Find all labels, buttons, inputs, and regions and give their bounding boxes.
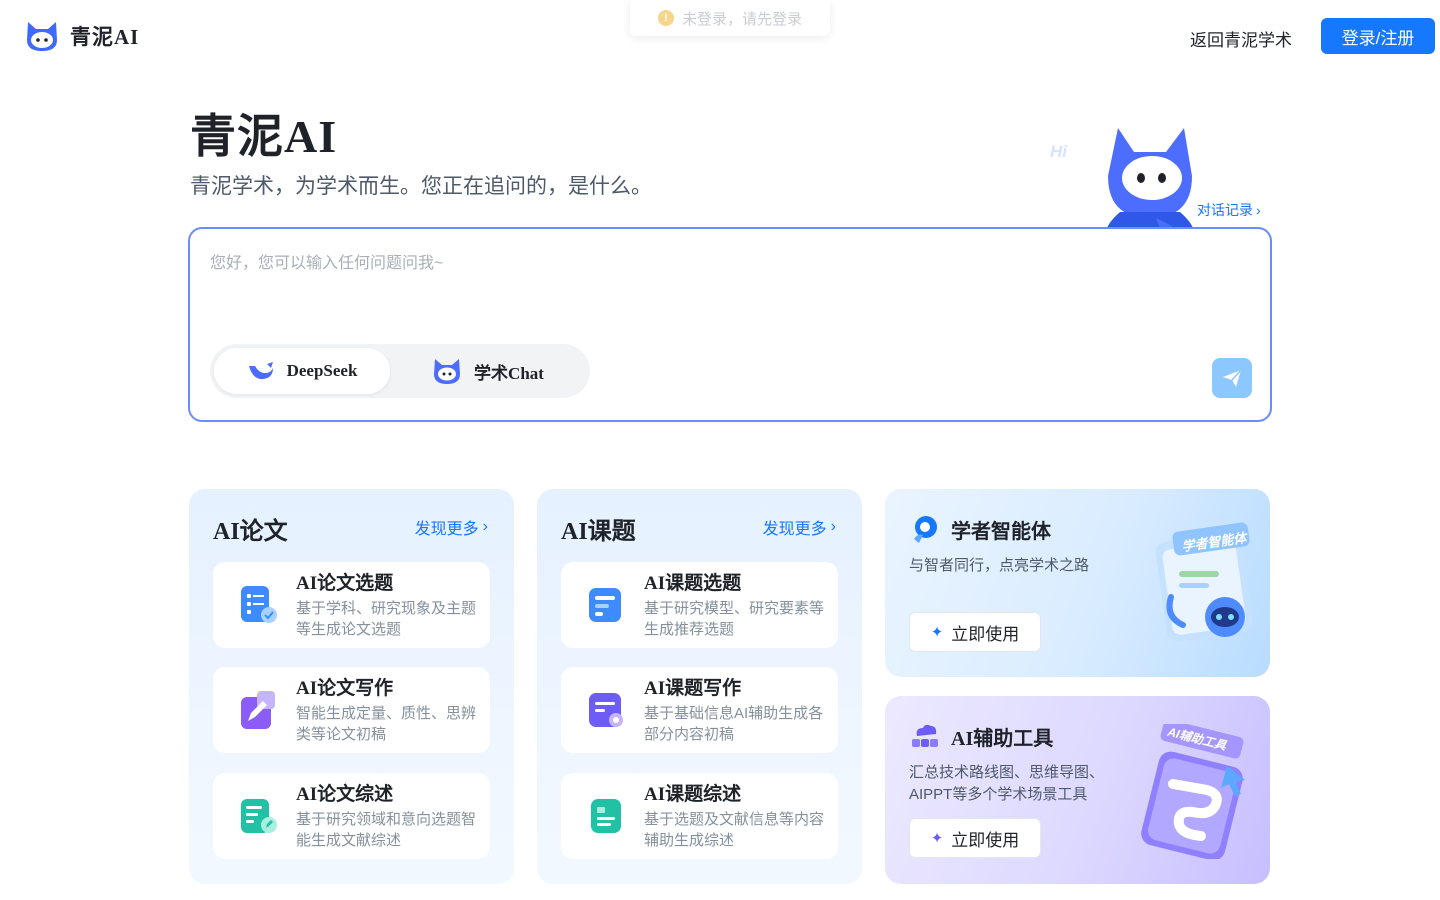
topic-review-icon bbox=[591, 799, 621, 833]
deepseek-whale-icon bbox=[248, 362, 273, 380]
chevron-right-icon: › bbox=[830, 518, 836, 535]
chevron-right-icon: › bbox=[482, 518, 488, 535]
chat-history-link[interactable]: 对话记录 › bbox=[1197, 200, 1261, 220]
ai-tools-card: AI辅助工具 汇总技术路线图、思维导图、AIPPT等多个学术场景工具 ✦ 立即使… bbox=[885, 696, 1270, 884]
item-desc: 基于研究领域和意向选题智能生成文献综述 bbox=[296, 811, 477, 849]
chevron-right-icon: › bbox=[1256, 202, 1261, 218]
item-paper-writing[interactable]: AI论文写作 智能生成定量、质性、思辨类等论文初稿 bbox=[213, 667, 490, 753]
ai-topic-card: AI课题 发现更多 › AI课题选题 基于研究模型、研究要素等生成推荐选题 AI… bbox=[537, 489, 862, 884]
pen-write-icon bbox=[241, 691, 275, 729]
login-register-button[interactable]: 登录/注册 bbox=[1321, 18, 1435, 54]
ai-tools-header: AI辅助工具 bbox=[909, 720, 1053, 752]
topic-write-icon bbox=[589, 693, 623, 727]
ai-paper-more-link[interactable]: 发现更多 › bbox=[415, 515, 488, 539]
item-title: AI课题写作 bbox=[644, 678, 742, 699]
sparkle-icon: ✦ bbox=[930, 830, 944, 847]
item-title: AI论文选题 bbox=[296, 573, 394, 594]
ai-topic-title: AI课题 bbox=[561, 519, 636, 545]
chat-box: DeepSeek 学术Chat bbox=[188, 227, 1272, 422]
item-topic-review[interactable]: AI课题综述 基于选题及文献信息等内容辅助生成综述 bbox=[561, 773, 838, 859]
scholar-agent-header: 学者智能体 bbox=[909, 513, 1051, 545]
ai-tools-desc: 汇总技术路线图、思维导图、AIPPT等多个学术场景工具 bbox=[909, 764, 1105, 803]
scholar-agent-use-button[interactable]: ✦ 立即使用 bbox=[909, 612, 1041, 652]
brand-name: 青泥AI bbox=[70, 25, 140, 49]
scholar-agent-icon bbox=[914, 516, 937, 543]
scholar-agent-title: 学者智能体 bbox=[951, 520, 1051, 543]
robot-illustration-icon: 学者智能体 bbox=[1155, 522, 1253, 642]
chat-input[interactable] bbox=[210, 249, 1210, 329]
item-desc: 智能生成定量、质性、思辨类等论文初稿 bbox=[296, 705, 477, 743]
cat-mascot-icon bbox=[434, 359, 461, 384]
use-button-label: 立即使用 bbox=[951, 624, 1020, 644]
more-label: 发现更多 bbox=[414, 521, 479, 538]
item-desc: 基于研究模型、研究要素等生成推荐选题 bbox=[644, 600, 825, 638]
item-paper-topic[interactable]: AI论文选题 基于学科、研究现象及主题等生成论文选题 bbox=[213, 562, 490, 648]
toast-text: 未登录，请先登录 bbox=[681, 10, 802, 28]
scholar-agent-card: 学者智能体 与智者同行，点亮学术之路 ✦ 立即使用 学者智能体 bbox=[885, 489, 1270, 677]
ai-tools-title: AI辅助工具 bbox=[951, 727, 1054, 750]
item-desc: 基于选题及文献信息等内容辅助生成综述 bbox=[644, 811, 825, 849]
item-paper-review[interactable]: AI论文综述 基于研究领域和意向选题智能生成文献综述 bbox=[213, 773, 490, 859]
document-check-icon bbox=[241, 586, 277, 623]
item-title: AI论文综述 bbox=[296, 784, 394, 805]
tools-illustration-icon: AI辅助工具 bbox=[1141, 724, 1245, 859]
brand-logo[interactable]: 青泥AI bbox=[24, 18, 139, 54]
more-label: 发现更多 bbox=[762, 521, 827, 538]
page-title: 青泥AI bbox=[190, 111, 338, 162]
model-switch: DeepSeek 学术Chat bbox=[210, 344, 590, 398]
item-topic-select[interactable]: AI课题选题 基于研究模型、研究要素等生成推荐选题 bbox=[561, 562, 838, 648]
item-title: AI课题选题 bbox=[644, 573, 742, 594]
paper-plane-icon bbox=[1223, 369, 1242, 387]
ai-paper-title: AI论文 bbox=[213, 519, 288, 545]
item-desc: 基于学科、研究现象及主题等生成论文选题 bbox=[296, 600, 477, 638]
model-label-academic-chat: 学术Chat bbox=[474, 363, 544, 383]
back-to-qingni-link[interactable]: 返回青泥学术 bbox=[1190, 26, 1292, 51]
ai-topic-more-link[interactable]: 发现更多 › bbox=[763, 515, 836, 539]
sparkle-icon: ✦ bbox=[930, 624, 944, 641]
scholar-agent-desc: 与智者同行，点亮学术之路 bbox=[909, 557, 1090, 574]
item-title: AI论文写作 bbox=[296, 678, 394, 699]
item-title: AI课题综述 bbox=[644, 784, 742, 805]
model-label-deepseek: DeepSeek bbox=[286, 361, 358, 380]
mascot-greeting: Hi bbox=[1050, 142, 1067, 161]
item-topic-writing[interactable]: AI课题写作 基于基础信息AI辅助生成各部分内容初稿 bbox=[561, 667, 838, 753]
model-option-academic-chat[interactable]: 学术Chat bbox=[390, 348, 586, 394]
topic-select-icon bbox=[589, 588, 621, 622]
chat-history-label: 对话记录 bbox=[1197, 202, 1253, 218]
page-subtitle: 青泥学术，为学术而生。您正在追问的，是什么。 bbox=[190, 175, 652, 198]
cat-logo-icon bbox=[27, 22, 57, 51]
login-toast: ! 未登录，请先登录 bbox=[630, 0, 830, 36]
use-button-label: 立即使用 bbox=[951, 830, 1020, 850]
item-desc: 基于基础信息AI辅助生成各部分内容初稿 bbox=[644, 705, 824, 743]
ai-tools-use-button[interactable]: ✦ 立即使用 bbox=[909, 818, 1041, 858]
tools-cloud-icon bbox=[912, 724, 938, 747]
ai-paper-card: AI论文 发现更多 › AI论文选题 基于学科、研究现象及主题等生成论文选题 A… bbox=[189, 489, 514, 884]
warning-icon: ! bbox=[657, 10, 674, 26]
document-edit-icon bbox=[241, 799, 277, 833]
send-button[interactable] bbox=[1212, 358, 1252, 398]
model-option-deepseek[interactable]: DeepSeek bbox=[214, 348, 390, 394]
